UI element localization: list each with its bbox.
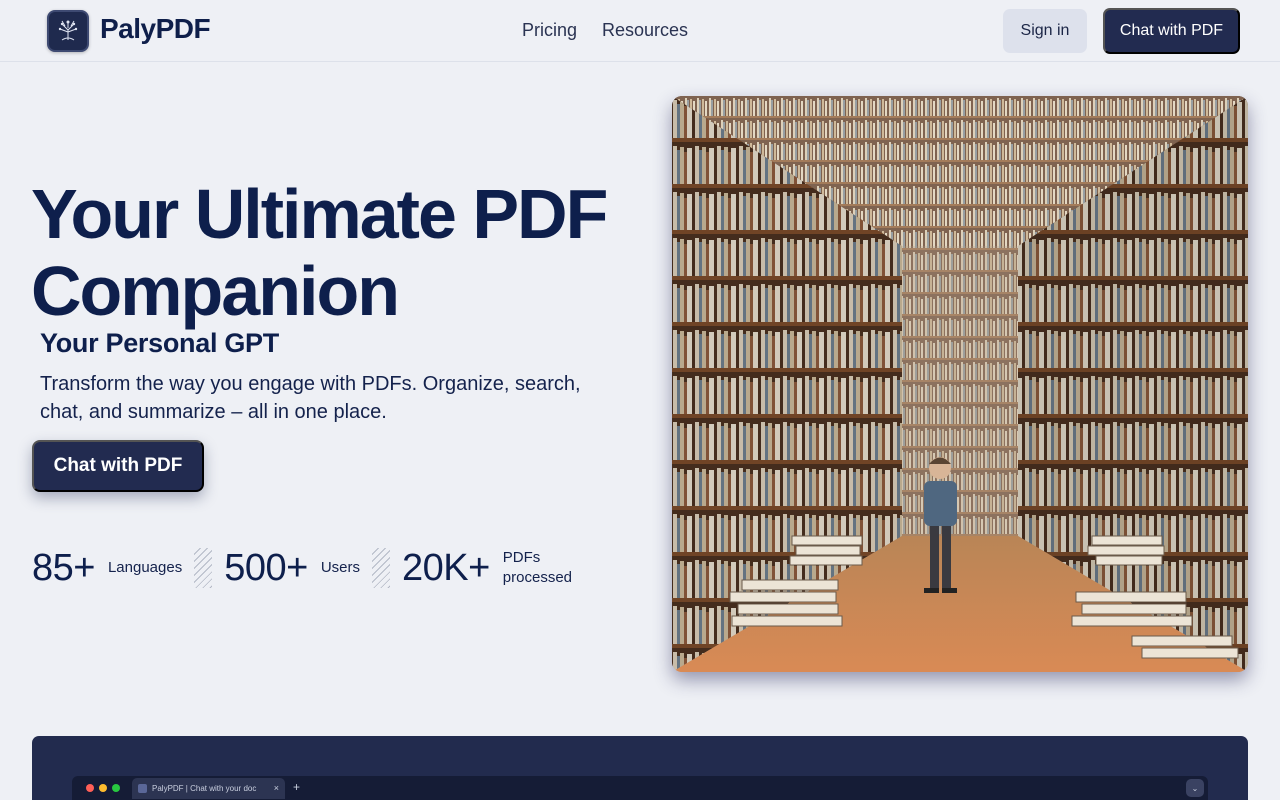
favicon-icon <box>138 784 147 793</box>
browser-tab[interactable]: PalyPDF | Chat with your doc × <box>132 778 285 799</box>
top-nav: PalyPDF Pricing Resources Sign in Chat w… <box>0 0 1280 62</box>
stat-users-label: Users <box>320 559 360 576</box>
hero-title-line-1: Your Ultimate PDF <box>31 175 608 253</box>
window-maximize-icon <box>112 784 120 792</box>
sign-in-button[interactable]: Sign in <box>1003 9 1087 53</box>
stat-users-value: 500+ <box>224 546 308 589</box>
hero-description: Transform the way you engage with PDFs. … <box>40 373 581 423</box>
browser-tab-title: PalyPDF | Chat with your doc <box>152 784 257 793</box>
stat-pdfs-label: PDFs processed <box>502 549 573 586</box>
hero-title: Your Ultimate PDF Companion <box>31 176 631 330</box>
tab-menu-chevron-icon[interactable]: ⌄ <box>1186 779 1204 797</box>
browser-window-bar: PalyPDF | Chat with your doc × + ⌄ <box>72 776 1208 800</box>
stat-divider <box>194 548 213 588</box>
nav-link-resources[interactable]: Resources <box>602 20 688 41</box>
library-illustration-icon <box>672 96 1248 672</box>
window-close-icon <box>86 784 94 792</box>
nav-link-pricing[interactable]: Pricing <box>522 20 577 41</box>
hero-title-line-2: Companion <box>31 252 400 330</box>
chat-with-pdf-header-button[interactable]: Chat with PDF <box>1103 8 1240 54</box>
chat-with-pdf-hero-button[interactable]: Chat with PDF <box>32 440 204 492</box>
brand-name[interactable]: PalyPDF <box>100 13 211 45</box>
stats-row: 85+ Languages 500+ Users 20K+ PDFs proce… <box>32 545 583 591</box>
hero-library-image <box>672 96 1248 672</box>
app-preview: PalyPDF | Chat with your doc × + ⌄ <box>32 736 1248 800</box>
stat-languages-label: Languages <box>107 559 183 576</box>
stat-pdfs-value: 20K+ <box>401 546 490 589</box>
stat-divider <box>371 548 390 588</box>
brand-logo-icon[interactable] <box>47 10 89 52</box>
window-minimize-icon <box>99 784 107 792</box>
hero-subtitle: Your Personal GPT <box>40 328 279 358</box>
new-tab-icon[interactable]: + <box>293 780 300 794</box>
close-tab-icon[interactable]: × <box>274 783 279 793</box>
stat-languages-value: 85+ <box>32 546 95 589</box>
